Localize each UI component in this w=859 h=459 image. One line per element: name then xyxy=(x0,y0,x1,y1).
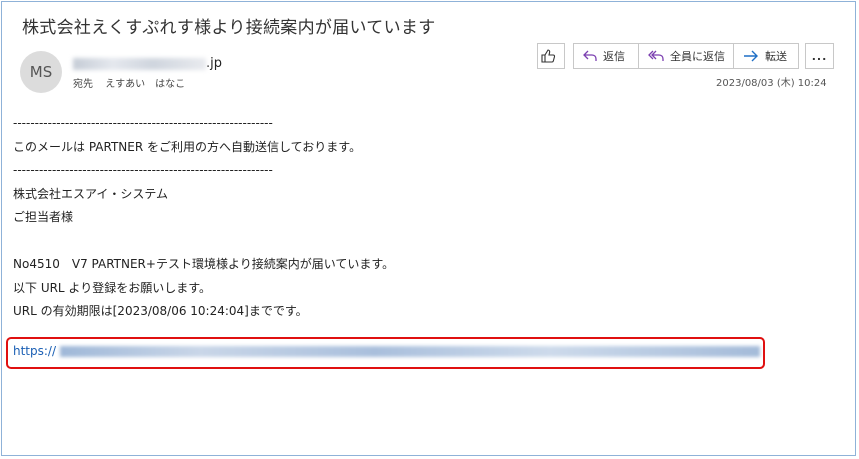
body-line: No4510 V7 PARTNER+テスト環境様より接続案内が届いています。 xyxy=(13,257,395,271)
email-subject: 株式会社えくすぷれす様より接続案内が届いています xyxy=(22,18,436,38)
forward-arrow-icon xyxy=(744,50,758,62)
body-line: ご担当者様 xyxy=(13,210,74,224)
avatar[interactable]: MS xyxy=(20,51,62,93)
recipient-line: 宛先 えすあい はなこ xyxy=(73,75,185,90)
sender-address[interactable]: .jp xyxy=(73,56,222,71)
sender-domain: .jp xyxy=(206,56,222,71)
body-line: URL の有効期限は[2023/08/06 10:24:04]までです。 xyxy=(13,304,308,318)
to-name[interactable]: えすあい はなこ xyxy=(105,79,185,90)
reply-all-icon xyxy=(648,50,664,61)
received-date: 2023/08/03 (木) 10:24 xyxy=(716,78,827,89)
reply-label: 返信 xyxy=(603,50,625,63)
body-line: このメールは PARTNER をご利用の方へ自動送信しております。 xyxy=(13,139,362,154)
reply-all-button[interactable]: 全員に返信 xyxy=(639,43,734,69)
reply-icon xyxy=(583,50,597,61)
more-actions-button[interactable]: ... xyxy=(805,43,834,69)
email-body: ----------------------------------------… xyxy=(13,112,394,324)
to-label: 宛先 xyxy=(73,79,93,90)
separator-line: ----------------------------------------… xyxy=(13,116,273,130)
body-line: 以下 URL より登録をお願いします。 xyxy=(13,280,211,295)
redacted-sender xyxy=(73,57,206,70)
forward-button[interactable]: 転送 xyxy=(734,43,799,69)
body-line: 株式会社エスアイ・システム xyxy=(13,186,169,201)
like-button[interactable] xyxy=(537,43,565,69)
registration-link[interactable]: https:// xyxy=(13,344,761,358)
separator-line: ----------------------------------------… xyxy=(13,163,273,177)
link-prefix: https:// xyxy=(13,344,57,358)
reply-button-group: 返信 全員に返信 転送 xyxy=(573,43,799,69)
redacted-url xyxy=(60,345,761,357)
thumbs-up-icon xyxy=(541,49,556,63)
reply-button[interactable]: 返信 xyxy=(573,43,639,69)
reply-all-label: 全員に返信 xyxy=(670,50,725,63)
forward-label: 転送 xyxy=(765,50,787,63)
